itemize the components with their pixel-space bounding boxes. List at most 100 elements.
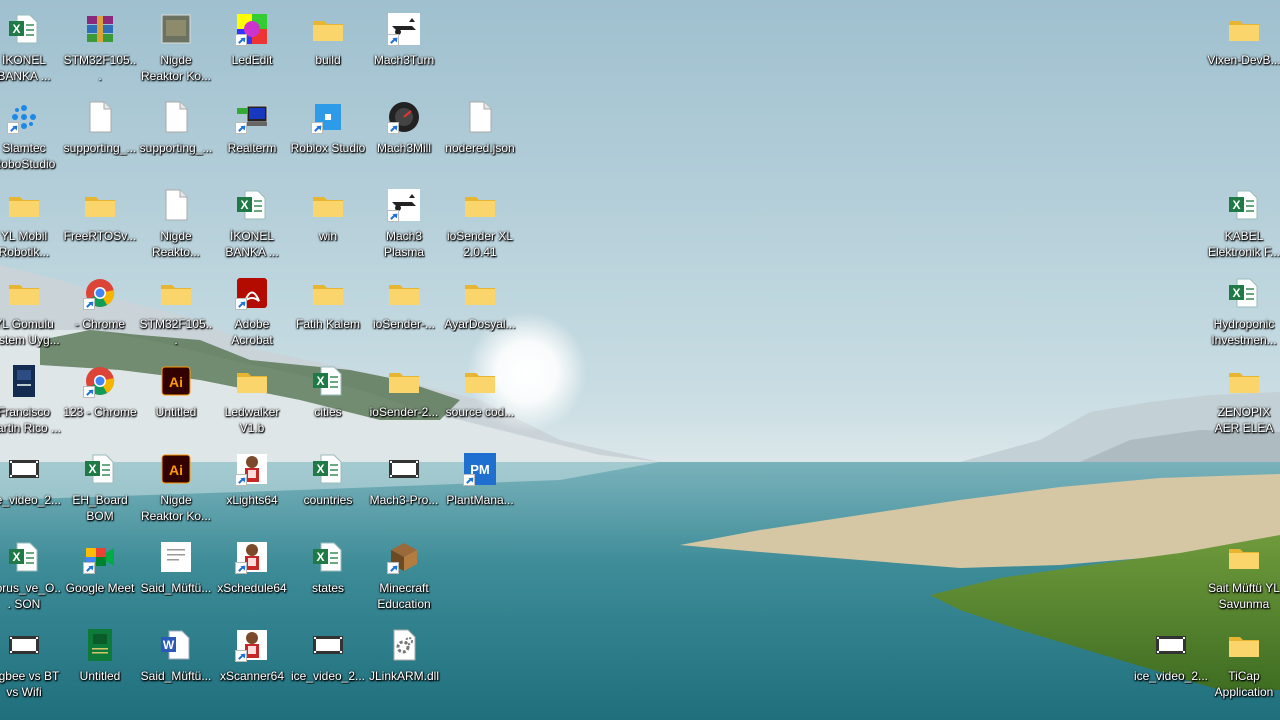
desktop-icon[interactable]: Mach3-Pro... xyxy=(366,438,442,524)
desktop-icon[interactable]: ioSender-2... xyxy=(366,350,442,436)
desktop-icon[interactable]: ioSender XL 2.0.41 xyxy=(442,174,518,260)
desktop-icon[interactable]: TiCap Application xyxy=(1206,614,1280,700)
desktop-icon[interactable]: ice_video_2... xyxy=(290,614,366,700)
excel-file-icon: X xyxy=(1227,276,1261,310)
desktop-icon[interactable]: Nigde Reakto... xyxy=(138,174,214,260)
folder-icon xyxy=(463,364,497,398)
desktop-icon[interactable]: supporting_... xyxy=(62,86,138,172)
excel-file-icon: X xyxy=(7,12,41,46)
desktop-icon-label: xLights64 xyxy=(226,493,278,507)
desktop-icon[interactable]: Xcities xyxy=(290,350,366,436)
desktop-icon[interactable]: Zigbee vs BT vs Wifi xyxy=(0,614,62,700)
desktop-icon[interactable]: xScanner64 xyxy=(214,614,290,700)
desktop-icon[interactable]: STM32F105... xyxy=(62,0,138,84)
desktop-icon[interactable]: Mach3Mill xyxy=(366,86,442,172)
desktop-icon-label: Mach3 Plasma xyxy=(383,229,424,259)
desktop-icon[interactable]: xLights64 xyxy=(214,438,290,524)
desktop-icon[interactable]: Realterm xyxy=(214,86,290,172)
file-icon xyxy=(83,100,117,134)
minecraft-education-icon xyxy=(387,540,421,574)
folder-icon xyxy=(1227,364,1261,398)
desktop-icon-label: TiCap Application xyxy=(1214,669,1274,699)
excel-file-icon: X xyxy=(311,364,345,398)
desktop-icon-label: Nigde Reakto... xyxy=(151,229,201,259)
desktop-icon[interactable]: STM32F105... xyxy=(138,262,214,348)
desktop-icon-label: Mach3-Pro... xyxy=(369,493,439,507)
desktop-icon[interactable]: 123 - Chrome xyxy=(62,350,138,436)
document-file-icon xyxy=(159,540,193,574)
desktop-icon[interactable]: ice_video_2... xyxy=(1133,614,1209,700)
svg-text:X: X xyxy=(240,198,248,212)
desktop-icon[interactable]: nodered.json xyxy=(442,86,518,172)
desktop-icon[interactable]: X Hydroponic Investmen... xyxy=(1206,262,1280,348)
illustrator-file-icon: Ai xyxy=(159,364,193,398)
desktop-icon[interactable]: X EH_Board BOM xyxy=(62,438,138,524)
shortcut-arrow-icon xyxy=(463,474,475,486)
desktop-icon[interactable]: ice_video_2... xyxy=(0,438,62,524)
desktop-icon[interactable]: YL Mobil Robotik... xyxy=(0,174,62,260)
desktop-icon[interactable]: Francisco Martin Rico ... xyxy=(0,350,62,436)
desktop-icon[interactable]: X İKONEL BANKA ... xyxy=(0,0,62,84)
desktop-icon[interactable]: Untitled xyxy=(62,614,138,700)
desktop-icon[interactable]: Said_Müftü... xyxy=(138,526,214,612)
desktop-icon[interactable]: Ai Untitled xyxy=(138,350,214,436)
desktop-icon[interactable]: PM PlantMana... xyxy=(442,438,518,524)
adobe-acrobat-icon xyxy=(235,276,269,310)
desktop-icon[interactable]: AyarDosyal... xyxy=(442,262,518,348)
excel-file-icon: X xyxy=(1227,188,1261,222)
svg-text:X: X xyxy=(316,374,324,388)
desktop-icon[interactable]: Nigde Reaktor Ko... xyxy=(138,0,214,84)
desktop-icon-label: build xyxy=(315,53,341,67)
desktop-icon[interactable]: win xyxy=(290,174,366,260)
shortcut-arrow-icon xyxy=(387,210,399,222)
desktop-icon-label: ioSender-... xyxy=(372,317,436,331)
desktop-icon-label: FreeRTOSv... xyxy=(63,229,137,243)
desktop-icon[interactable]: Xstates xyxy=(290,526,366,612)
desktop-icon[interactable]: X İKONEL BANKA ... xyxy=(214,174,290,260)
desktop-icon[interactable]: Roblox Studio xyxy=(290,86,366,172)
desktop-icon-label: Said_Müftü... xyxy=(140,669,212,683)
desktop-icon[interactable]: Vixen-DevB... xyxy=(1206,0,1280,84)
desktop-icon[interactable]: Xcountries xyxy=(290,438,366,524)
desktop-icon-label: Realterm xyxy=(227,141,277,155)
desktop-icon[interactable]: Minecraft Education xyxy=(366,526,442,612)
desktop-icon[interactable]: supporting_... xyxy=(138,86,214,172)
desktop-icon[interactable]: FreeRTOSv... xyxy=(62,174,138,260)
desktop-icon[interactable]: source cod... xyxy=(442,350,518,436)
folder-icon xyxy=(311,188,345,222)
excel-file-icon: X xyxy=(311,540,345,574)
desktop-icon[interactable]: W Said_Müftü... xyxy=(138,614,214,700)
desktop-icon[interactable]: ZENOPIX AER ELEA KUTU ... xyxy=(1206,350,1280,436)
desktop-icon[interactable]: - Chrome xyxy=(62,262,138,348)
xlights-app-icon xyxy=(235,540,269,574)
desktop-icon[interactable]: build xyxy=(290,0,366,84)
desktop-icon[interactable]: xSchedule64 xyxy=(214,526,290,612)
desktop-icon[interactable]: Mach3Turn xyxy=(366,0,442,84)
realterm-app-icon xyxy=(235,100,269,134)
desktop-icon[interactable]: Mach3 Plasma xyxy=(366,174,442,260)
desktop-icon[interactable]: YL Gomulu Sistem Uyg... xyxy=(0,262,62,348)
shortcut-arrow-icon xyxy=(387,34,399,46)
desktop-icon[interactable]: Google Meet xyxy=(62,526,138,612)
desktop-icon[interactable]: Slamtec RoboStudio xyxy=(0,86,62,172)
desktop-icon-label: Roblox Studio xyxy=(290,141,366,155)
desktop-icon-label: Nigde Reaktor Ko... xyxy=(140,53,212,83)
desktop-icon-label: ZENOPIX AER ELEA KUTU ... xyxy=(1214,405,1274,435)
desktop-icon[interactable]: JLinkARM.dll xyxy=(366,614,442,700)
desktop-icon[interactable]: ioSender-... xyxy=(366,262,442,348)
desktop-icon[interactable]: X Corus_ve_O... SON xyxy=(0,526,62,612)
desktop-icon[interactable]: Sait Müftü YL Savunma Ju... xyxy=(1206,526,1280,612)
desktop-icon[interactable]: LedEdit xyxy=(214,0,290,84)
desktop-icon-label: STM32F105... xyxy=(63,53,137,83)
desktop-icon[interactable]: X KABEL Elektronik F... xyxy=(1206,174,1280,260)
desktop-icon[interactable]: Adobe Acrobat xyxy=(214,262,290,348)
shortcut-arrow-icon xyxy=(235,474,247,486)
desktop-icon[interactable]: Ledwalker V1.b xyxy=(214,350,290,436)
file-icon xyxy=(463,100,497,134)
video-file-icon xyxy=(7,452,41,486)
desktop-icon[interactable]: Fatih Kalem xyxy=(290,262,366,348)
google-meet-icon xyxy=(83,540,117,574)
desktop-icon-label: - Chrome xyxy=(74,317,125,331)
folder-icon xyxy=(83,188,117,222)
desktop-icon[interactable]: Ai Nigde Reaktor Ko... xyxy=(138,438,214,524)
